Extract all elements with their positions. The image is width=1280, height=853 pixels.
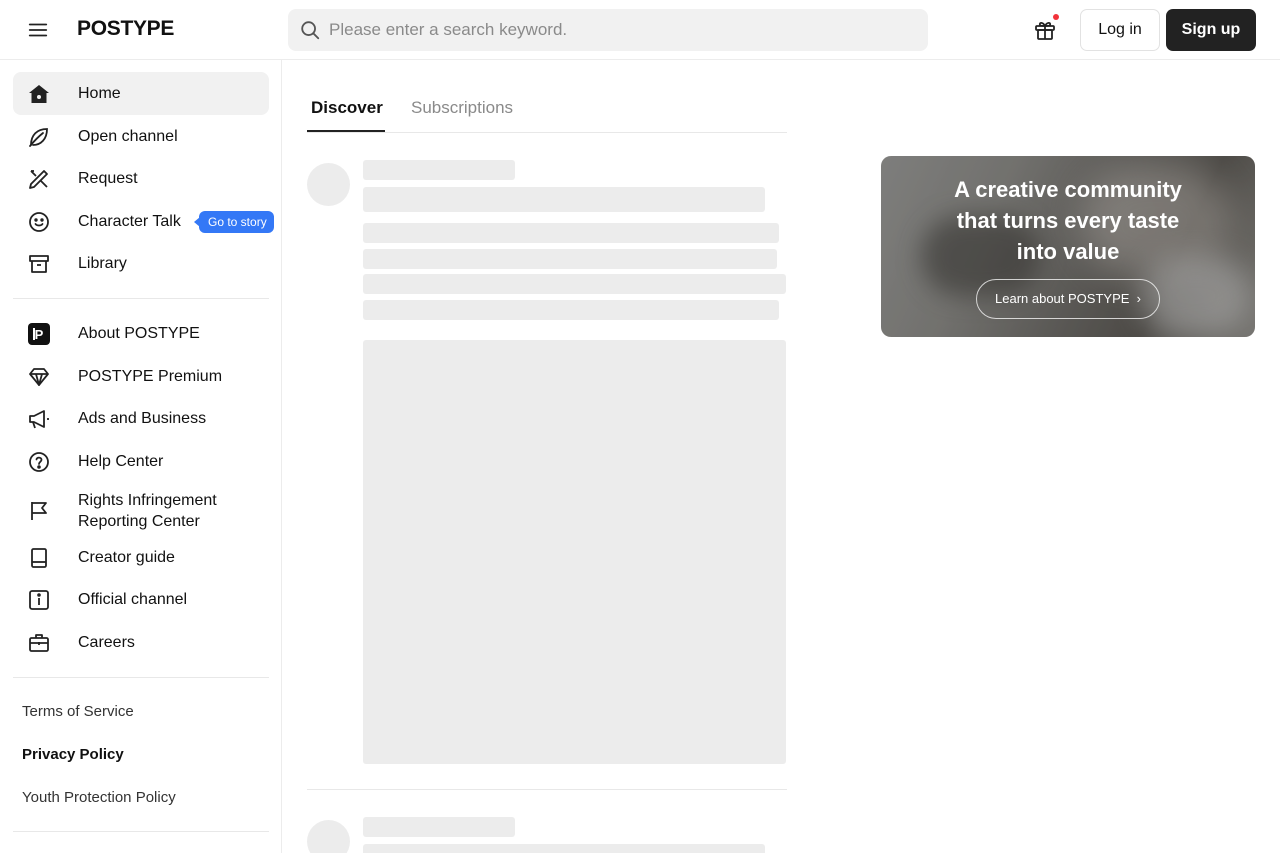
skeleton-line	[363, 844, 765, 853]
feed-divider	[307, 789, 787, 790]
banner-title-line: into value	[1016, 239, 1120, 264]
banner-title-line: that turns every taste	[956, 208, 1180, 233]
learn-about-postype-button[interactable]: Learn about POSTYPE ›	[976, 279, 1160, 319]
promo-banner[interactable]: A creative community that turns every ta…	[881, 156, 1255, 337]
book-icon	[26, 545, 52, 571]
home-icon	[26, 81, 52, 107]
sidebar-item-open-channel[interactable]: Open channel	[13, 115, 269, 158]
go-to-story-badge[interactable]: Go to story	[194, 211, 274, 233]
skeleton-line	[363, 274, 786, 294]
smiley-chat-icon	[26, 209, 52, 235]
sidebar-item-label: Home	[78, 85, 121, 102]
sidebar-item-rights[interactable]: Rights Infringement Reporting Center	[13, 488, 269, 534]
search-icon	[299, 19, 321, 41]
gift-button[interactable]	[1030, 14, 1060, 45]
megaphone-icon	[26, 406, 52, 432]
sidebar-item-label: About POSTYPE	[78, 325, 200, 342]
postype-logo[interactable]: POSTYPE	[77, 17, 174, 41]
sidebar-item-creator-guide[interactable]: Creator guide	[13, 536, 269, 579]
sidebar-item-label: Careers	[78, 634, 135, 651]
hamburger-menu-icon	[28, 23, 48, 37]
sidebar-item-label: Character Talk	[78, 213, 181, 230]
top-header: POSTYPE Log in Sign up	[0, 0, 1280, 60]
gift-icon	[1035, 21, 1055, 40]
sidebar-item-premium[interactable]: POSTYPE Premium	[13, 355, 269, 398]
sidebar-item-label: POSTYPE Premium	[78, 368, 223, 385]
sidebar: Home Open channel Request Character Talk…	[0, 60, 282, 853]
terms-of-service-link[interactable]: Terms of Service	[22, 703, 134, 720]
sidebar-divider	[13, 831, 269, 832]
sidebar-item-label: Creator guide	[78, 549, 175, 566]
skeleton-line	[363, 249, 777, 269]
skeleton-line	[363, 300, 779, 320]
privacy-policy-link[interactable]: Privacy Policy	[22, 746, 124, 763]
banner-title: A creative community that turns every ta…	[881, 174, 1255, 267]
hamburger-menu-button[interactable]	[22, 14, 54, 46]
feed-tabs: Discover Subscriptions	[307, 60, 787, 133]
chevron-right-icon: ›	[1133, 291, 1141, 306]
tab-subscriptions[interactable]: Subscriptions	[411, 98, 513, 118]
sidebar-divider	[13, 677, 269, 678]
sidebar-item-home[interactable]: Home	[13, 72, 269, 115]
sidebar-item-label: Open channel	[78, 128, 178, 145]
skeleton-line	[363, 817, 515, 837]
sidebar-item-library[interactable]: Library	[13, 242, 269, 285]
pencil-ruler-icon	[26, 166, 52, 192]
sidebar-item-help[interactable]: Help Center	[13, 440, 269, 483]
sidebar-item-official-channel[interactable]: Official channel	[13, 578, 269, 621]
youth-protection-policy-link[interactable]: Youth Protection Policy	[22, 789, 176, 806]
info-square-icon	[26, 587, 52, 613]
signup-button[interactable]: Sign up	[1166, 9, 1256, 51]
flag-icon	[26, 498, 52, 524]
sidebar-item-label: Official channel	[78, 591, 188, 608]
search-bar[interactable]	[288, 9, 928, 51]
sidebar-item-careers[interactable]: Careers	[13, 621, 269, 664]
skeleton-avatar	[307, 820, 350, 853]
sidebar-item-label: Request	[78, 170, 138, 187]
skeleton-line	[363, 160, 515, 180]
search-input[interactable]	[329, 20, 889, 40]
sidebar-item-about[interactable]: P About POSTYPE	[13, 312, 269, 355]
archive-box-icon	[26, 251, 52, 277]
skeleton-avatar	[307, 163, 350, 206]
notification-dot	[1053, 14, 1059, 20]
skeleton-image	[363, 340, 786, 764]
briefcase-icon	[26, 630, 52, 656]
svg-text:P: P	[35, 327, 44, 342]
sidebar-item-label: Help Center	[78, 453, 164, 470]
diamond-icon	[26, 364, 52, 390]
tab-discover[interactable]: Discover	[311, 98, 383, 118]
login-button[interactable]: Log in	[1080, 9, 1160, 51]
question-circle-icon	[26, 449, 52, 475]
sidebar-item-label: Rights Infringement Reporting Center	[78, 492, 217, 530]
skeleton-line	[363, 187, 765, 212]
active-tab-indicator	[307, 130, 385, 132]
sidebar-item-label: Ads and Business	[78, 410, 207, 427]
banner-button-label: Learn about POSTYPE	[995, 291, 1130, 306]
sidebar-item-request[interactable]: Request	[13, 157, 269, 200]
skeleton-line	[363, 223, 779, 243]
sidebar-item-ads[interactable]: Ads and Business	[13, 397, 269, 440]
postype-logo-icon: P	[26, 321, 52, 347]
leaf-icon	[26, 124, 52, 150]
banner-title-line: A creative community	[954, 177, 1182, 202]
sidebar-item-character-talk[interactable]: Character Talk Go to story	[13, 200, 274, 243]
sidebar-divider	[13, 298, 269, 299]
sidebar-item-label: Library	[78, 255, 127, 272]
